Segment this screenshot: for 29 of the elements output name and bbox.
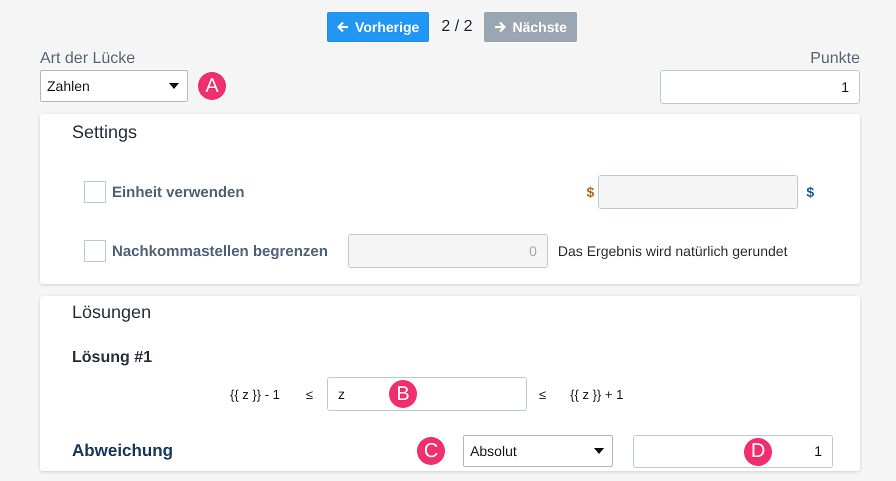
bound-text: {{ z }} - 1 xyxy=(230,386,280,402)
checkbox-label: Nachkommastellen begrenzen xyxy=(112,242,328,260)
operator-text: ≤ xyxy=(539,386,546,402)
field-label: Art der Lücke xyxy=(40,50,136,68)
checkbox[interactable] xyxy=(84,240,106,262)
dropdown[interactable]: Absolut xyxy=(463,435,614,467)
marker-badge: C xyxy=(417,437,446,465)
caret-icon xyxy=(594,448,604,454)
field-label: Punkte xyxy=(810,50,860,68)
marker-badge: A xyxy=(198,72,226,100)
card-title: Lösungen xyxy=(72,302,152,323)
hint-text: Das Ergebnis wird natürlich gerundet xyxy=(558,243,788,259)
solution-title: Lösung #1 xyxy=(72,349,154,367)
unit-symbol: $ xyxy=(586,184,594,200)
input-field[interactable]: 1 xyxy=(660,70,860,104)
unit-symbol: $ xyxy=(806,184,814,200)
card-title: Settings xyxy=(72,122,138,143)
arrow-left-icon xyxy=(337,21,350,33)
dropdown[interactable]: Zahlen xyxy=(40,70,188,102)
checkbox-label: Einheit verwenden xyxy=(112,184,245,200)
dropdown-value: Absolut xyxy=(470,443,517,459)
checkbox[interactable] xyxy=(84,181,106,203)
arrow-right-icon xyxy=(494,21,506,33)
caret-icon xyxy=(169,83,179,89)
field-label: Abweichung xyxy=(72,441,174,461)
dropdown-value: Zahlen xyxy=(47,78,90,94)
bound-text: {{ z }} + 1 xyxy=(570,386,624,402)
page-counter: 2 / 2 xyxy=(441,18,472,36)
operator-text: ≤ xyxy=(306,386,314,402)
